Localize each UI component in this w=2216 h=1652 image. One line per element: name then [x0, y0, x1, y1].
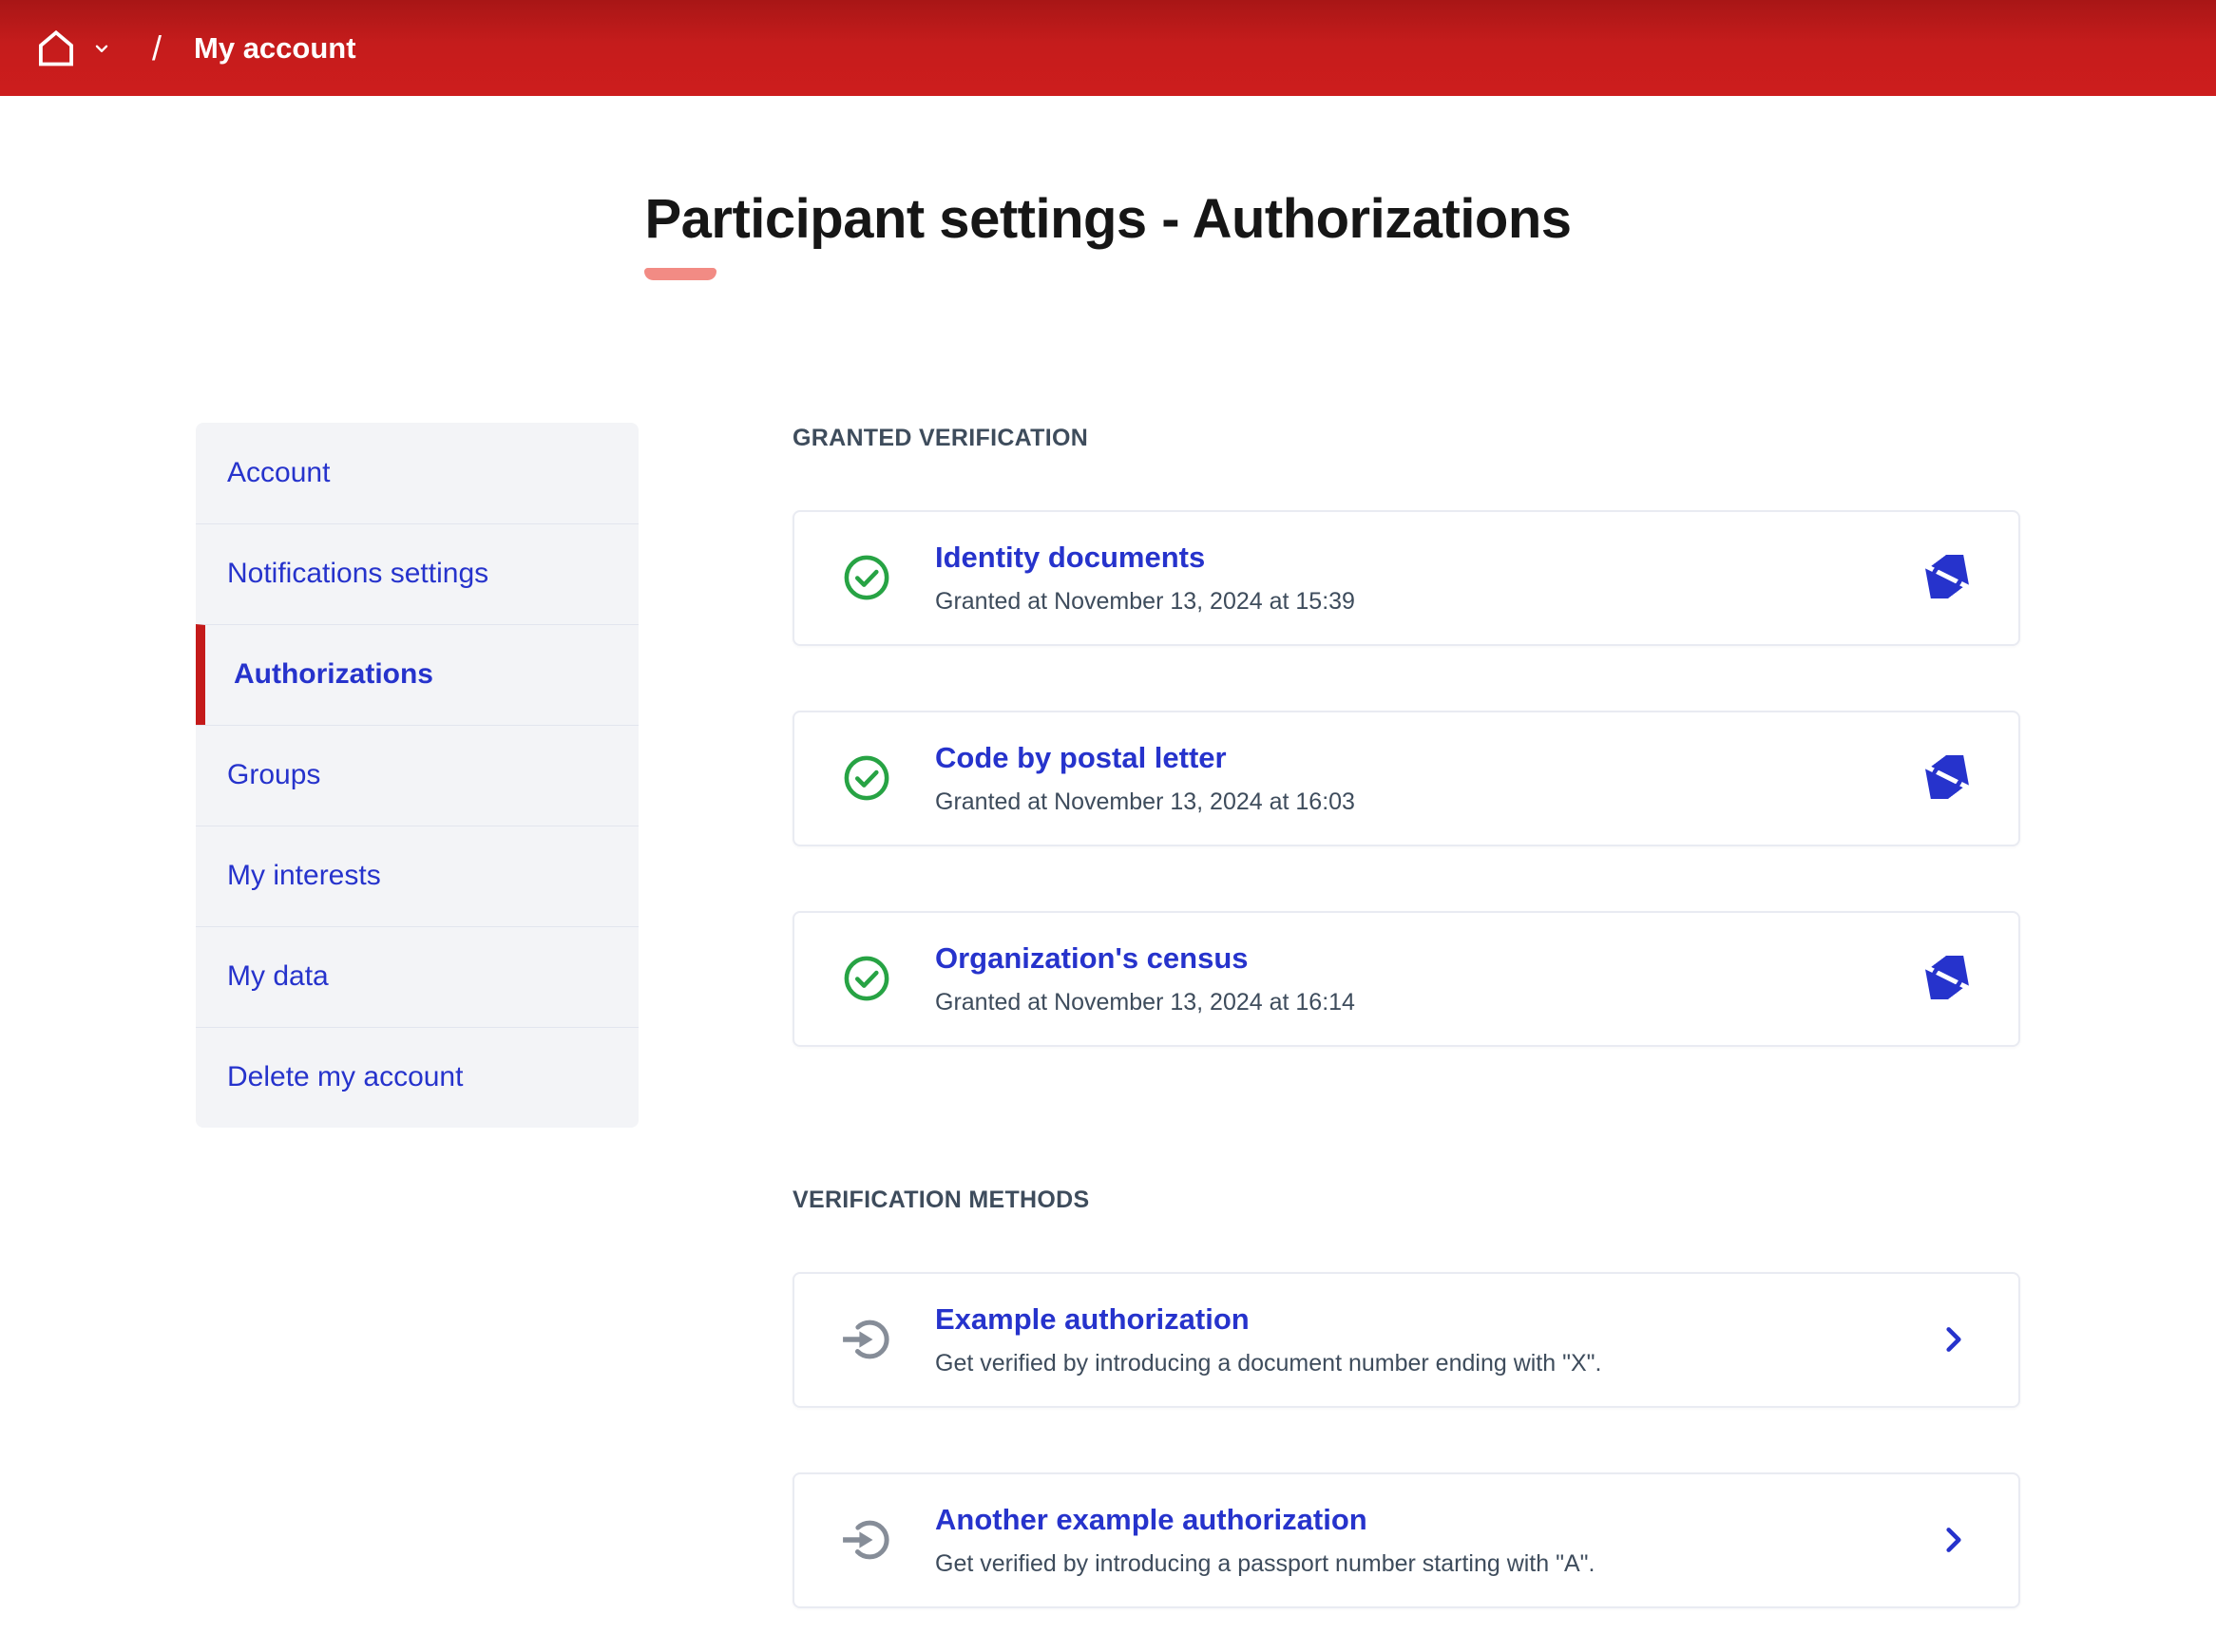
chevron-down-icon[interactable]: [91, 38, 112, 59]
refresh-icon: [1925, 555, 1969, 601]
granted-at-text: Granted at November 13, 2024 at 16:03: [935, 788, 1925, 816]
granted-authorization-card: Identity documents Granted at November 1…: [793, 510, 2020, 646]
verification-methods-heading: VERIFICATION METHODS: [793, 1185, 2020, 1215]
sidebar-item-delete-my-account[interactable]: Delete my account: [196, 1027, 639, 1128]
check-circle-icon: [842, 954, 891, 1003]
page-title: Participant settings - Authorizations: [644, 186, 1571, 253]
renew-authorization-button[interactable]: [1925, 956, 1969, 1002]
authorizations-main: GRANTED VERIFICATION Identity documents …: [793, 423, 2020, 1608]
granted-verification-heading: GRANTED VERIFICATION: [793, 423, 2020, 453]
granted-authorization-card: Code by postal letter Granted at Novembe…: [793, 711, 2020, 846]
breadcrumb-separator: /: [152, 28, 162, 68]
refresh-icon: [1925, 755, 1969, 802]
granted-at-text: Granted at November 13, 2024 at 15:39: [935, 588, 1925, 616]
refresh-icon: [1925, 956, 1969, 1002]
granted-authorization-card: Organization's census Granted at Novembe…: [793, 911, 2020, 1047]
sidebar-item-account[interactable]: Account: [196, 423, 639, 523]
sidebar-item-my-interests[interactable]: My interests: [196, 826, 639, 926]
chevron-right-icon[interactable]: [1939, 1521, 1969, 1559]
renew-authorization-button[interactable]: [1925, 755, 1969, 802]
authorization-link[interactable]: Code by postal letter: [935, 741, 1227, 775]
verification-method-description: Get verified by introducing a document n…: [935, 1350, 1939, 1377]
login-icon: [842, 1515, 891, 1565]
authorization-link[interactable]: Identity documents: [935, 541, 1205, 575]
verification-method-link[interactable]: Another example authorization: [935, 1503, 1367, 1537]
login-icon: [842, 1315, 891, 1364]
sidebar-item-groups[interactable]: Groups: [196, 725, 639, 826]
account-settings-sidebar: Account Notifications settings Authoriza…: [196, 423, 639, 1128]
sidebar-item-notifications-settings[interactable]: Notifications settings: [196, 523, 639, 624]
top-navbar: / My account: [0, 0, 2216, 96]
title-underline-decoration: [644, 268, 716, 280]
check-circle-icon: [842, 553, 891, 602]
sidebar-item-my-data[interactable]: My data: [196, 926, 639, 1027]
check-circle-icon: [842, 753, 891, 803]
granted-at-text: Granted at November 13, 2024 at 16:14: [935, 989, 1925, 1016]
verification-method-card[interactable]: Another example authorization Get verifi…: [793, 1472, 2020, 1608]
home-button[interactable]: [34, 27, 78, 70]
page-title-block: Participant settings - Authorizations: [0, 186, 2216, 280]
breadcrumb-current-my-account[interactable]: My account: [194, 31, 356, 66]
verification-method-description: Get verified by introducing a passport n…: [935, 1550, 1939, 1578]
sidebar-item-authorizations[interactable]: Authorizations: [196, 624, 639, 725]
home-icon: [34, 27, 78, 70]
chevron-right-icon[interactable]: [1939, 1320, 1969, 1358]
verification-method-link[interactable]: Example authorization: [935, 1302, 1250, 1337]
verification-method-card[interactable]: Example authorization Get verified by in…: [793, 1272, 2020, 1408]
renew-authorization-button[interactable]: [1925, 555, 1969, 601]
authorization-link[interactable]: Organization's census: [935, 941, 1249, 976]
